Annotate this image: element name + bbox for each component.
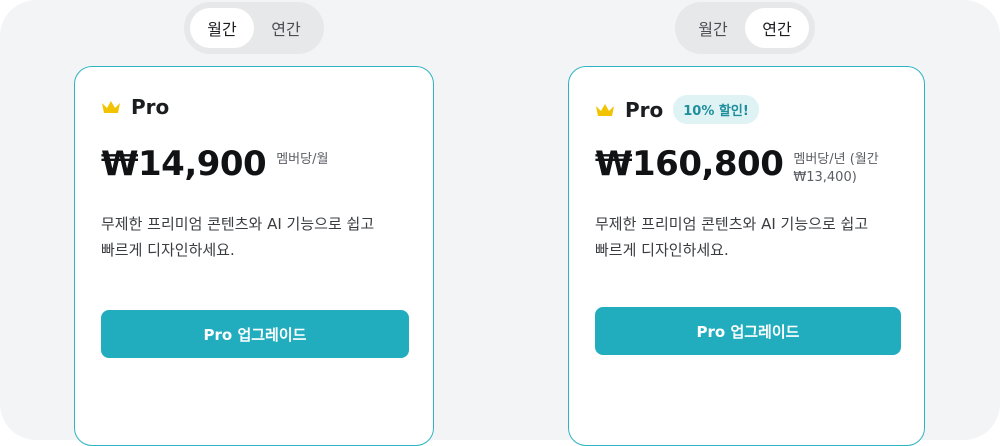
price-unit-line: ₩13,400) xyxy=(793,170,857,185)
price: ₩14,900 xyxy=(101,144,267,184)
price-unit-line: 멤버당/월 xyxy=(276,152,329,167)
billing-toggle-right: 월간 연간 xyxy=(675,2,815,54)
price-unit: 멤버당/월 xyxy=(276,151,328,169)
upgrade-button[interactable]: Pro 업그레이드 xyxy=(595,307,901,355)
plan-description: 무제한 프리미엄 콘텐츠와 AI 기능으로 쉽고 빠르게 디자인하세요. xyxy=(101,211,411,263)
toggle-monthly[interactable]: 월간 xyxy=(681,8,745,48)
toggle-yearly[interactable]: 연간 xyxy=(254,8,318,48)
crown-icon xyxy=(102,101,120,113)
plan-description: 무제한 프리미엄 콘텐츠와 AI 기능으로 쉽고 빠르게 디자인하세요. xyxy=(595,211,905,263)
description-line: 빠르게 디자인하세요. xyxy=(101,241,235,259)
plan-name: Pro xyxy=(625,97,664,122)
description-line: 무제한 프리미엄 콘텐츠와 AI 기능으로 쉽고 xyxy=(595,215,869,233)
plan-name: Pro xyxy=(131,95,170,119)
description-line: 빠르게 디자인하세요. xyxy=(595,241,729,259)
pricing-panel: 월간 연간 월간 연간 Pro ₩14,900 멤버당/월 무제한 프리미엄 콘… xyxy=(0,0,1000,446)
discount-badge: 10% 할인! xyxy=(673,95,759,124)
pricing-card-yearly: Pro 10% 할인! ₩160,800 멤버당/년 (월간 ₩13,400) … xyxy=(568,66,925,446)
description-line: 무제한 프리미엄 콘텐츠와 AI 기능으로 쉽고 xyxy=(101,215,375,233)
plan-header: Pro 10% 할인! xyxy=(595,95,759,124)
billing-toggle-left: 월간 연간 xyxy=(184,2,324,54)
price: ₩160,800 xyxy=(595,144,784,184)
toggle-yearly[interactable]: 연간 xyxy=(745,8,809,48)
toggle-monthly[interactable]: 월간 xyxy=(190,8,254,48)
price-row: ₩160,800 멤버당/년 (월간 ₩13,400) xyxy=(595,143,879,187)
upgrade-button[interactable]: Pro 업그레이드 xyxy=(101,310,409,358)
price-unit: 멤버당/년 (월간 ₩13,400) xyxy=(793,151,878,187)
price-unit-line: 멤버당/년 (월간 xyxy=(793,152,879,167)
crown-icon xyxy=(596,103,614,116)
pricing-card-monthly: Pro ₩14,900 멤버당/월 무제한 프리미엄 콘텐츠와 AI 기능으로 … xyxy=(74,66,434,446)
price-row: ₩14,900 멤버당/월 xyxy=(101,143,328,185)
plan-header: Pro xyxy=(101,95,169,119)
